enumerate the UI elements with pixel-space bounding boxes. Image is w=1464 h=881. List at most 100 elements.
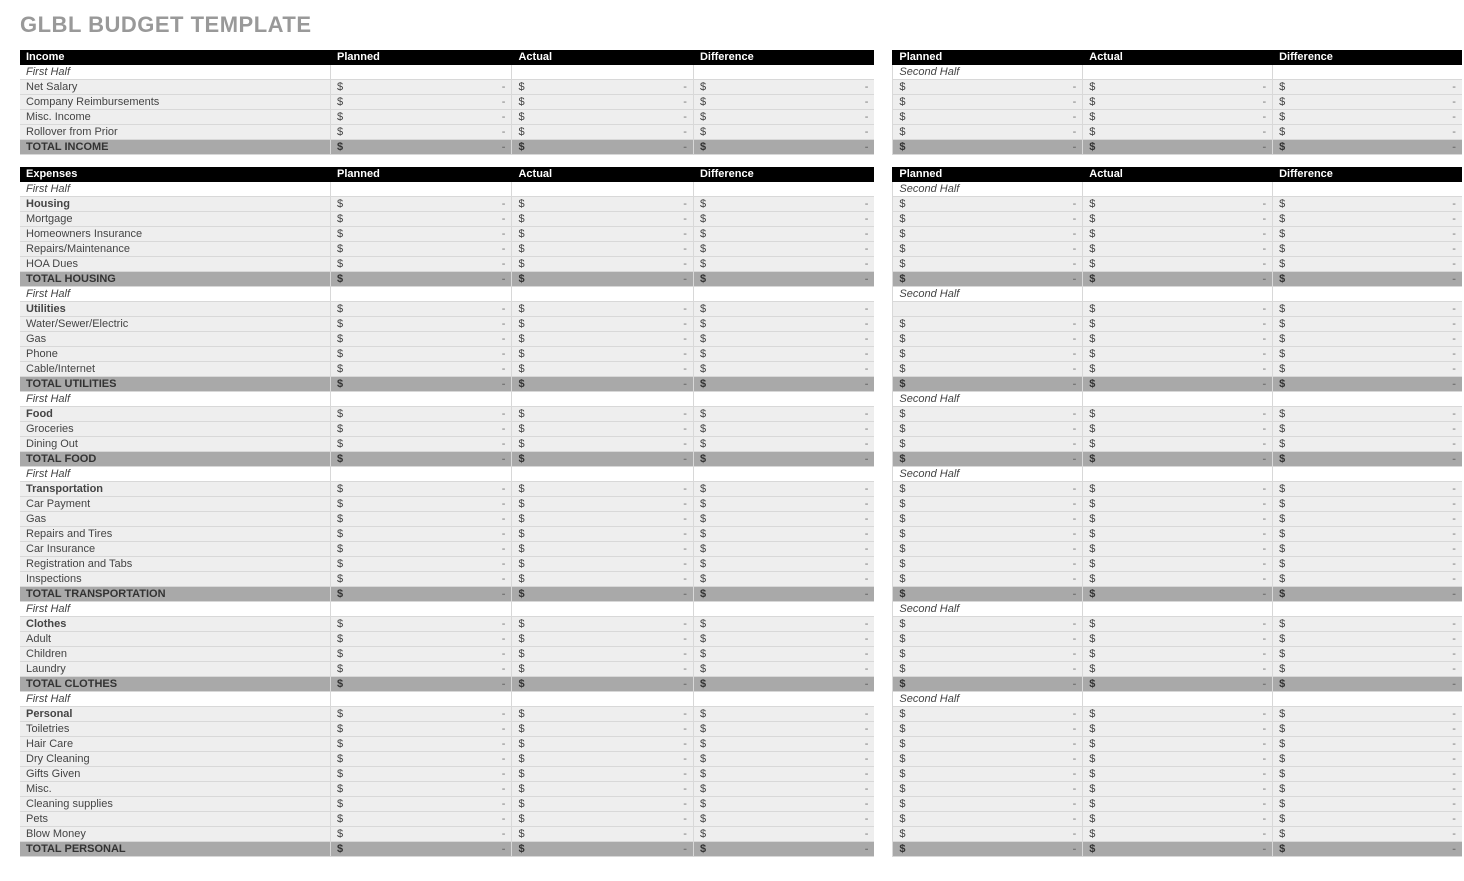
money-cell[interactable]: $- [511, 572, 692, 587]
money-cell[interactable]: $- [693, 842, 874, 857]
money-cell[interactable]: $- [511, 707, 692, 722]
money-cell[interactable]: $- [1082, 722, 1272, 737]
money-cell[interactable]: $- [511, 722, 692, 737]
money-cell[interactable]: $- [892, 677, 1082, 692]
money-cell[interactable]: $- [330, 542, 511, 557]
money-cell[interactable]: $- [693, 80, 874, 95]
money-cell[interactable]: $- [1082, 737, 1272, 752]
money-cell[interactable]: $- [330, 572, 511, 587]
money-cell[interactable]: $- [1082, 287, 1272, 302]
money-cell[interactable]: $- [1082, 452, 1272, 467]
money-cell[interactable]: $- [1272, 80, 1462, 95]
money-cell[interactable]: $- [330, 797, 511, 812]
money-cell[interactable]: $- [330, 377, 511, 392]
money-cell[interactable]: $- [693, 692, 874, 707]
money-cell[interactable]: $- [1272, 707, 1462, 722]
money-cell[interactable]: $- [693, 377, 874, 392]
money-cell[interactable]: $- [511, 557, 692, 572]
money-cell[interactable]: $- [892, 317, 1082, 332]
money-cell[interactable]: $- [1082, 242, 1272, 257]
money-cell[interactable]: $- [1082, 662, 1272, 677]
money-cell[interactable]: $- [511, 632, 692, 647]
money-cell[interactable]: $- [511, 422, 692, 437]
money-cell[interactable]: $- [1272, 542, 1462, 557]
money-cell[interactable]: $- [1082, 125, 1272, 140]
money-cell[interactable]: $- [1272, 842, 1462, 857]
money-cell[interactable]: $- [892, 527, 1082, 542]
money-cell[interactable]: $- [330, 632, 511, 647]
money-cell[interactable]: $- [693, 617, 874, 632]
money-cell[interactable]: $- [1272, 140, 1462, 155]
money-cell[interactable]: $- [330, 692, 511, 707]
money-cell[interactable]: $- [511, 617, 692, 632]
money-cell[interactable]: $- [330, 257, 511, 272]
money-cell[interactable]: $- [511, 737, 692, 752]
money-cell[interactable]: $- [1082, 197, 1272, 212]
money-cell[interactable]: $- [330, 467, 511, 482]
money-cell[interactable]: $- [693, 542, 874, 557]
money-cell[interactable]: $- [511, 140, 692, 155]
money-cell[interactable]: $- [1272, 512, 1462, 527]
money-cell[interactable]: $- [693, 287, 874, 302]
money-cell[interactable]: $- [1272, 272, 1462, 287]
money-cell[interactable]: $- [1272, 362, 1462, 377]
money-cell[interactable]: $- [693, 557, 874, 572]
money-cell[interactable]: $- [330, 812, 511, 827]
money-cell[interactable]: $- [1272, 347, 1462, 362]
money-cell[interactable]: $- [693, 95, 874, 110]
money-cell[interactable]: $- [1272, 497, 1462, 512]
money-cell[interactable]: $- [1082, 782, 1272, 797]
money-cell[interactable]: $- [693, 392, 874, 407]
money-cell[interactable]: $- [330, 197, 511, 212]
money-cell[interactable]: $- [330, 527, 511, 542]
money-cell[interactable]: $- [1082, 140, 1272, 155]
money-cell[interactable]: $- [511, 677, 692, 692]
money-cell[interactable]: $- [892, 242, 1082, 257]
money-cell[interactable]: $- [892, 737, 1082, 752]
money-cell[interactable]: $- [511, 65, 692, 80]
money-cell[interactable]: $- [330, 452, 511, 467]
money-cell[interactable]: $- [892, 782, 1082, 797]
money-cell[interactable]: $- [1082, 632, 1272, 647]
money-cell[interactable]: $- [1272, 332, 1462, 347]
money-cell[interactable]: $- [330, 647, 511, 662]
money-cell[interactable]: $- [1082, 827, 1272, 842]
money-cell[interactable]: $- [693, 407, 874, 422]
money-cell[interactable]: $- [330, 287, 511, 302]
money-cell[interactable]: $- [511, 287, 692, 302]
money-cell[interactable]: $- [1082, 317, 1272, 332]
money-cell[interactable]: $- [511, 125, 692, 140]
money-cell[interactable]: $- [1082, 422, 1272, 437]
money-cell[interactable]: $- [1082, 272, 1272, 287]
money-cell[interactable]: $- [330, 227, 511, 242]
money-cell[interactable]: $- [1272, 602, 1462, 617]
money-cell[interactable]: $- [511, 827, 692, 842]
money-cell[interactable]: $- [1082, 95, 1272, 110]
money-cell[interactable]: $- [1272, 827, 1462, 842]
money-cell[interactable]: $- [892, 557, 1082, 572]
money-cell[interactable]: $- [511, 95, 692, 110]
money-cell[interactable]: $- [330, 95, 511, 110]
money-cell[interactable]: $- [330, 407, 511, 422]
money-cell[interactable]: $- [1082, 407, 1272, 422]
money-cell[interactable]: $- [511, 752, 692, 767]
money-cell[interactable]: $- [330, 125, 511, 140]
money-cell[interactable]: $- [892, 632, 1082, 647]
money-cell[interactable]: $- [1272, 257, 1462, 272]
money-cell[interactable]: $- [693, 227, 874, 242]
money-cell[interactable]: $- [511, 452, 692, 467]
money-cell[interactable]: $- [511, 647, 692, 662]
money-cell[interactable]: $- [1272, 95, 1462, 110]
money-cell[interactable]: $- [511, 527, 692, 542]
money-cell[interactable]: $- [892, 80, 1082, 95]
money-cell[interactable]: $- [511, 212, 692, 227]
money-cell[interactable]: $- [330, 602, 511, 617]
money-cell[interactable]: $- [1082, 842, 1272, 857]
money-cell[interactable]: $- [892, 797, 1082, 812]
money-cell[interactable]: $- [330, 767, 511, 782]
money-cell[interactable]: $- [693, 347, 874, 362]
money-cell[interactable]: $- [892, 812, 1082, 827]
money-cell[interactable]: $- [1272, 407, 1462, 422]
money-cell[interactable]: $- [892, 437, 1082, 452]
money-cell[interactable]: $- [1082, 797, 1272, 812]
